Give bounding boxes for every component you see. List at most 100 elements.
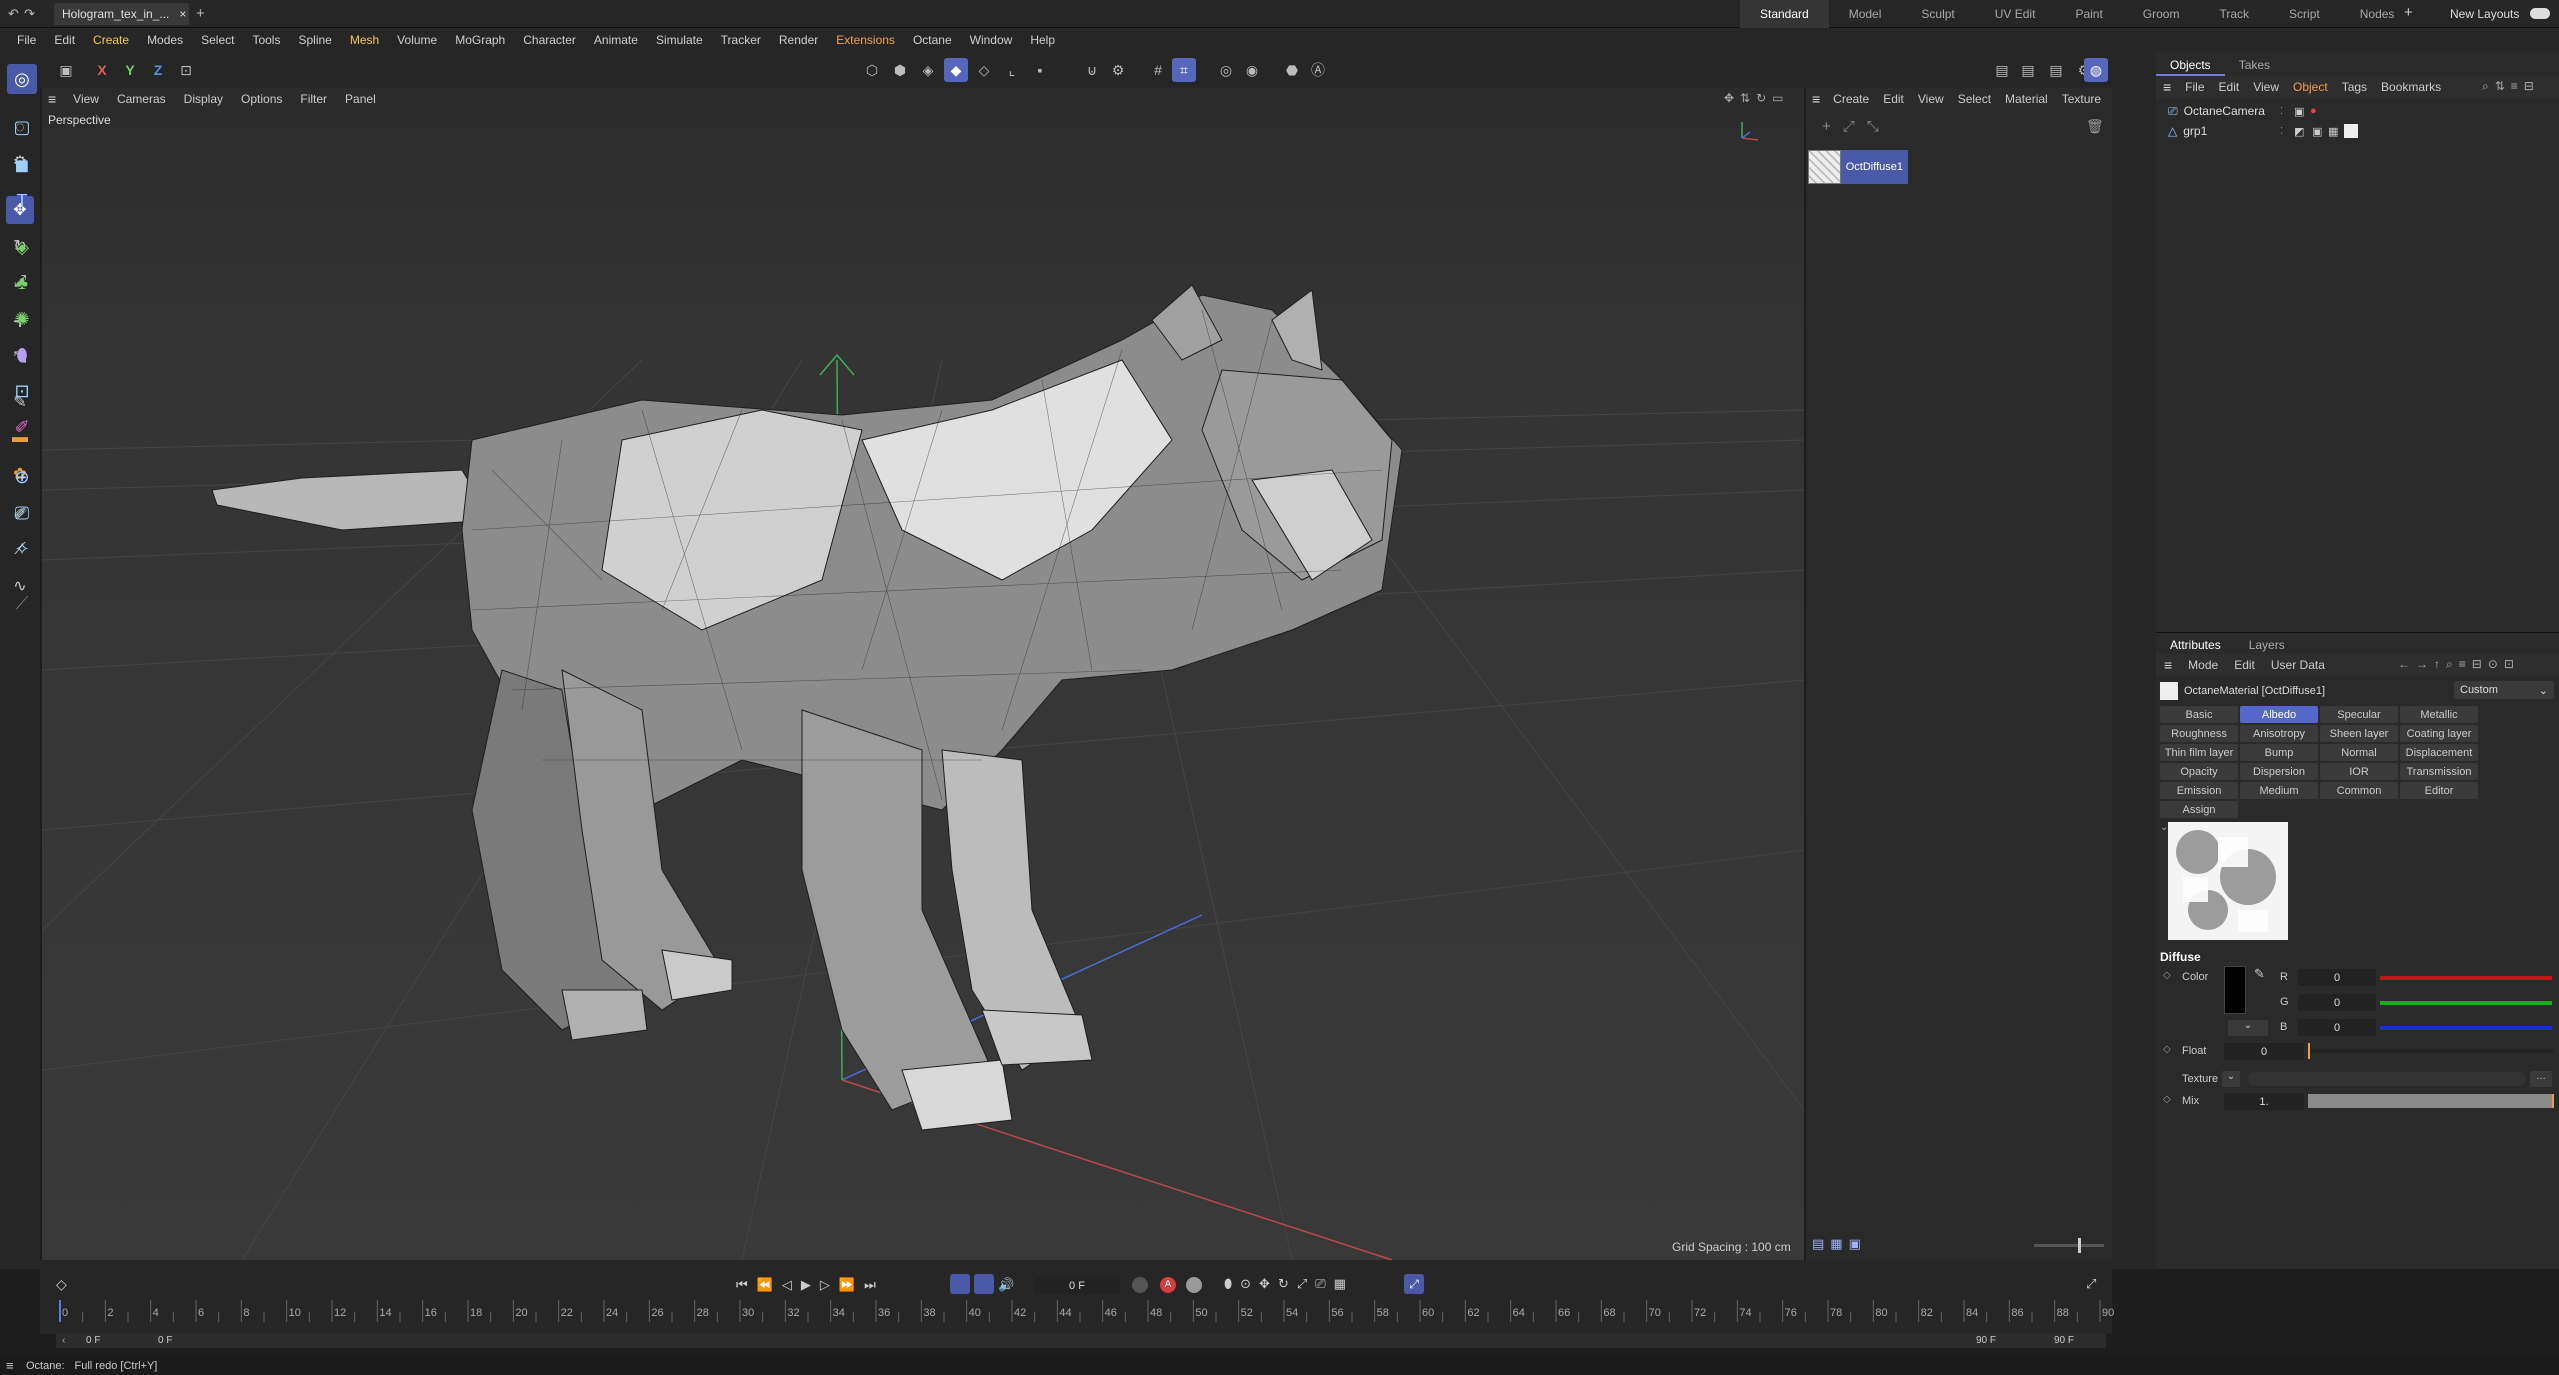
layout-tab-standard[interactable]: Standard: [1740, 0, 1829, 28]
channel-button-opacity[interactable]: Opacity: [2160, 763, 2238, 780]
viewport-menu-options[interactable]: Options: [232, 92, 291, 106]
timeline-active-icon[interactable]: ⤢: [1404, 1274, 1424, 1294]
object-menu-view[interactable]: View: [2246, 80, 2286, 94]
playback-controls[interactable]: ⏮⏪◁▶▷⏩⏭: [736, 1277, 885, 1293]
octane-camera-tag-icon[interactable]: ●: [2310, 105, 2317, 117]
menu-mograph[interactable]: MoGraph: [446, 33, 514, 47]
close-tab-icon[interactable]: ×: [179, 7, 186, 21]
channel-button-anisotropy[interactable]: Anisotropy: [2240, 725, 2318, 742]
deformer-icon[interactable]: ✺: [7, 304, 37, 334]
menu-help[interactable]: Help: [1021, 33, 1064, 47]
render-queue-icon[interactable]: ▤: [2044, 58, 2068, 82]
float-slider-handle[interactable]: [2308, 1043, 2310, 1059]
color-swatch[interactable]: [2224, 966, 2246, 1014]
disabled-tool-icon[interactable]: ⟋: [7, 588, 37, 618]
channel-button-medium[interactable]: Medium: [2240, 782, 2318, 799]
grid-snap-icon[interactable]: #: [1146, 58, 1170, 82]
menu-character[interactable]: Character: [514, 33, 585, 47]
range-end-field-2[interactable]: 90 F: [2054, 1335, 2074, 1346]
environment-icon[interactable]: ⊕: [7, 462, 37, 492]
visibility-dots[interactable]: ⁚: [2280, 106, 2283, 117]
magnet-icon[interactable]: ⊍: [1080, 58, 1104, 82]
object-menu-object[interactable]: Object: [2286, 80, 2335, 94]
menu-window[interactable]: Window: [961, 33, 1022, 47]
channel-button-thin-film-layer[interactable]: Thin film layer: [2160, 744, 2238, 761]
channel-button-specular[interactable]: Specular: [2320, 706, 2398, 723]
text-icon[interactable]: T: [7, 186, 37, 216]
float-slider[interactable]: [2308, 1043, 2554, 1059]
material-trash-icon[interactable]: 🗑: [2086, 118, 2104, 135]
b-slider[interactable]: [2380, 1026, 2552, 1030]
object-manager-hamburger-icon[interactable]: ≡: [2156, 79, 2178, 95]
frame-range-bar[interactable]: [56, 1334, 2106, 1348]
new-layouts-button[interactable]: New Layouts: [2450, 7, 2519, 21]
channel-button-metallic[interactable]: Metallic: [2400, 706, 2478, 723]
material-toolbar-icons[interactable]: +⤢⤡: [1822, 118, 1891, 135]
viewport-menu-view[interactable]: View: [64, 92, 108, 106]
channel-button-editor[interactable]: Editor: [2400, 782, 2478, 799]
material-hamburger-icon[interactable]: ≡: [1806, 91, 1826, 107]
channel-button-roughness[interactable]: Roughness: [2160, 725, 2238, 742]
channel-button-ior[interactable]: IOR: [2320, 763, 2398, 780]
object-menu-file[interactable]: File: [2178, 80, 2211, 94]
channel-button-common[interactable]: Common: [2320, 782, 2398, 799]
undo-icon[interactable]: ↶: [8, 6, 19, 22]
color-picker-icon[interactable]: ✎: [2254, 966, 2265, 982]
mix-value-field[interactable]: 1.: [2224, 1093, 2304, 1110]
r-value-field[interactable]: 0: [2298, 969, 2376, 986]
menu-extensions[interactable]: Extensions: [827, 33, 904, 47]
channel-button-assign[interactable]: Assign: [2160, 801, 2238, 818]
points-mode-icon[interactable]: ⬢: [888, 58, 912, 82]
timeline-graph-icon[interactable]: ⤢: [2086, 1276, 2096, 1292]
menu-select[interactable]: Select: [192, 33, 243, 47]
object-row-camera[interactable]: ⎚ OctaneCamera ⁚ ▣ ●: [2168, 102, 2317, 120]
toggle-switch[interactable]: [2530, 8, 2550, 19]
menu-animate[interactable]: Animate: [585, 33, 647, 47]
cloner-icon[interactable]: ♣: [7, 268, 37, 298]
layout-tab-track[interactable]: Track: [2199, 0, 2269, 28]
spline-tool-icon[interactable]: ⊡: [7, 376, 37, 406]
view-settings-icon[interactable]: ◉: [1240, 58, 1264, 82]
solo-icon[interactable]: ◎: [1214, 58, 1238, 82]
object-menu-tags[interactable]: Tags: [2335, 80, 2374, 94]
uv-tag-icon[interactable]: ▦: [2328, 125, 2338, 138]
menu-tracker[interactable]: Tracker: [712, 33, 770, 47]
object-row-grp1[interactable]: △ grp1 ⁚ ◩ ▣ ▦: [2168, 122, 2358, 140]
auto-icon[interactable]: Ⓐ: [1306, 58, 1330, 82]
menu-simulate[interactable]: Simulate: [647, 33, 712, 47]
attributes-menu-edit[interactable]: Edit: [2226, 658, 2263, 672]
axis-mode-icon[interactable]: ⌞: [1000, 58, 1024, 82]
material-menu-select[interactable]: Select: [1951, 92, 1998, 106]
sound-icon[interactable]: 🔊: [998, 1277, 1014, 1293]
attributes-nav-icons[interactable]: ←→↑⌕≡⊟⊙⊡: [2398, 657, 2520, 672]
channel-button-coating-layer[interactable]: Coating layer: [2400, 725, 2478, 742]
layout-tab-groom[interactable]: Groom: [2123, 0, 2200, 28]
z-axis-lock[interactable]: Z: [146, 58, 170, 82]
field-icon[interactable]: ⬮: [7, 340, 37, 370]
camera-tag-icon[interactable]: ▣: [2294, 105, 2304, 118]
object-manager-search-icons[interactable]: ⌕⇅≡⊟: [2482, 79, 2540, 94]
null-object-icon[interactable]: ▢: [7, 112, 37, 142]
render-view-icon[interactable]: ▤: [2016, 58, 2040, 82]
layout-object-icon[interactable]: ◎: [7, 64, 37, 94]
generator-icon[interactable]: ◈: [7, 232, 37, 262]
viewport-menu-panel[interactable]: Panel: [336, 92, 385, 106]
new-tab-icon[interactable]: +: [196, 5, 205, 22]
attributes-hamburger-icon[interactable]: ≡: [2156, 657, 2180, 673]
viewport-navigation-icons[interactable]: ✥⇅↻▭: [1724, 91, 1790, 105]
snap-settings-icon[interactable]: ⚙: [1106, 58, 1130, 82]
status-menu-icon[interactable]: ≡: [6, 1358, 14, 1373]
octane-live-viewer-icon[interactable]: ◍: [2084, 58, 2108, 82]
3d-viewport[interactable]: [42, 110, 1804, 1260]
channel-button-displacement[interactable]: Displacement: [2400, 744, 2478, 761]
layout-tab-script[interactable]: Script: [2269, 0, 2340, 28]
current-frame-field[interactable]: 0 F: [1034, 1277, 1120, 1294]
document-tab[interactable]: Hologram_tex_in_... ×: [54, 3, 189, 25]
camera-icon[interactable]: ⎚: [7, 498, 37, 528]
x-axis-lock[interactable]: X: [90, 58, 114, 82]
tab-takes[interactable]: Takes: [2225, 54, 2284, 76]
material-menu-edit[interactable]: Edit: [1876, 92, 1911, 106]
keyframe-mode-icon[interactable]: ◇: [56, 1276, 67, 1293]
texture-tag-icon[interactable]: ▣: [2312, 125, 2322, 138]
channel-button-dispersion[interactable]: Dispersion: [2240, 763, 2318, 780]
